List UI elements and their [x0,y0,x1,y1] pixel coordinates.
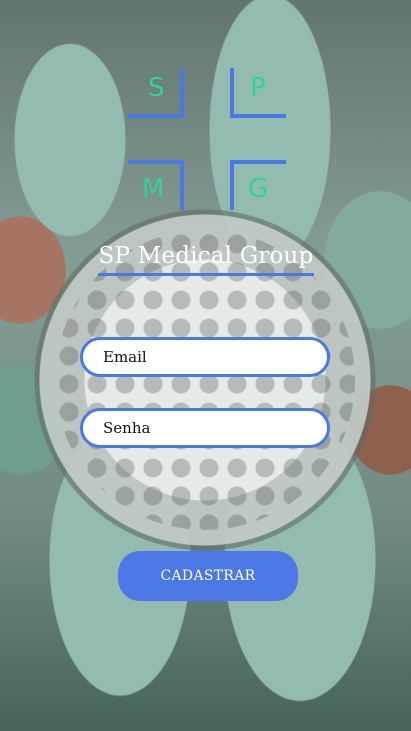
logo-letter-s: S [148,73,165,103]
email-input[interactable] [80,337,330,377]
password-input[interactable] [80,408,330,448]
logo: S P M G [128,68,288,212]
logo-letter-g: G [248,174,269,204]
page-title: SP Medical Group [98,243,314,276]
logo-letter-m: M [142,174,165,204]
submit-button[interactable]: CADASTRAR [118,551,298,601]
logo-letter-p: P [250,73,266,103]
